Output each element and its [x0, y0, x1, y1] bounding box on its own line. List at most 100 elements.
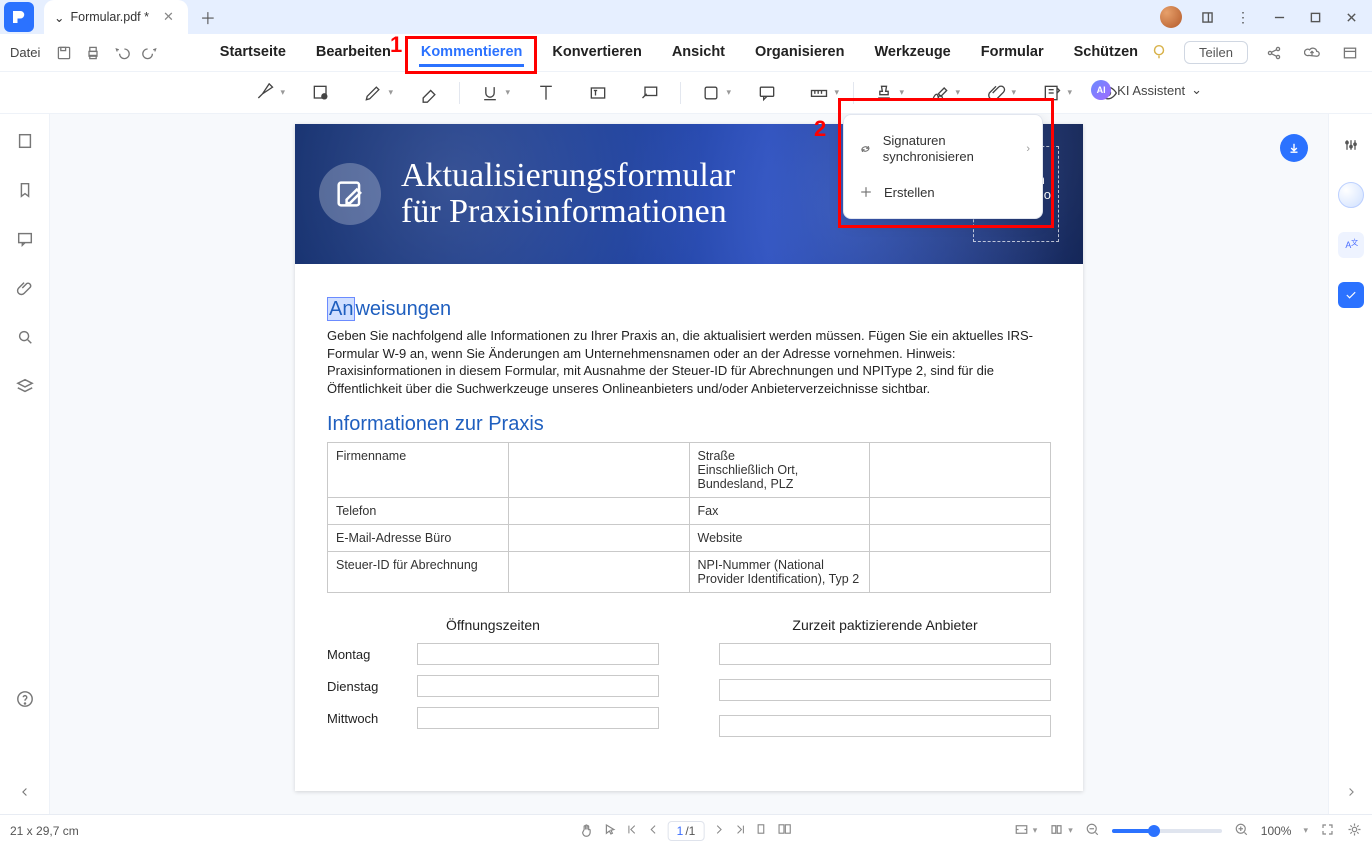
file-menu[interactable]: Datei — [10, 45, 40, 60]
next-page-icon[interactable] — [712, 823, 725, 839]
panel-toggle-icon[interactable] — [1190, 3, 1224, 31]
text-selection[interactable]: An — [327, 297, 355, 321]
zoom-in-icon[interactable] — [1234, 822, 1249, 840]
signature-sync-item[interactable]: Signaturen synchronisieren › — [844, 123, 1042, 174]
cell-npi-value[interactable] — [870, 552, 1051, 593]
window-close-button[interactable] — [1334, 3, 1368, 31]
download-badge-icon[interactable] — [1280, 134, 1308, 162]
cell-website-value[interactable] — [870, 525, 1051, 552]
collapse-left-icon[interactable] — [18, 785, 32, 804]
window-layout-icon[interactable] — [1338, 41, 1362, 65]
translate-icon[interactable]: A文 — [1338, 232, 1364, 258]
cell-email-value[interactable] — [508, 525, 689, 552]
redo-icon[interactable] — [141, 41, 160, 65]
tab-close-icon[interactable]: ✕ — [163, 9, 174, 25]
provider-field[interactable] — [719, 643, 1051, 665]
check-panel-icon[interactable] — [1338, 282, 1364, 308]
ai-orb-icon[interactable] — [1338, 182, 1364, 208]
settings-gear-icon[interactable] — [1347, 822, 1362, 840]
hand-tool-icon[interactable] — [580, 822, 595, 840]
tab-convert[interactable]: Konvertieren — [550, 38, 643, 67]
undo-icon[interactable] — [112, 41, 131, 65]
cell-company-value[interactable] — [508, 443, 689, 498]
ai-assistant-button[interactable]: AI KI Assistent ⌄ — [1091, 80, 1202, 100]
attachment-tool-icon[interactable] — [982, 79, 1010, 107]
two-page-icon[interactable] — [776, 822, 792, 839]
dropdown-caret-icon[interactable]: ▾ — [281, 87, 289, 98]
provider-field[interactable] — [719, 715, 1051, 737]
hours-field[interactable] — [417, 643, 659, 665]
tab-comment[interactable]: Kommentieren — [419, 38, 525, 67]
share-link-icon[interactable] — [1262, 41, 1286, 65]
layers-icon[interactable] — [16, 377, 34, 400]
comment-bubble-tool-icon[interactable] — [753, 79, 781, 107]
cell-phone-value[interactable] — [508, 498, 689, 525]
strikethrough-tool-icon[interactable] — [532, 79, 560, 107]
new-tab-button[interactable]: ＋ — [196, 5, 220, 29]
hours-field[interactable] — [417, 707, 659, 729]
comments-panel-icon[interactable] — [16, 230, 34, 253]
dropdown-caret-icon[interactable]: ▾ — [956, 87, 964, 98]
tab-organize[interactable]: Organisieren — [753, 38, 846, 67]
cell-street-value[interactable] — [870, 443, 1051, 498]
print-icon[interactable] — [83, 41, 102, 65]
lightbulb-icon[interactable] — [1150, 43, 1170, 63]
attachments-panel-icon[interactable] — [16, 279, 34, 302]
stamp-tool-icon[interactable] — [870, 79, 898, 107]
tab-edit[interactable]: Bearbeiten — [314, 38, 393, 67]
tab-start[interactable]: Startseite — [218, 38, 288, 67]
collapse-right-icon[interactable] — [1344, 785, 1358, 804]
window-maximize-button[interactable] — [1298, 3, 1332, 31]
tab-protect[interactable]: Schützen — [1072, 38, 1140, 67]
tab-tools[interactable]: Werkzeuge — [872, 38, 952, 67]
hours-field[interactable] — [417, 675, 659, 697]
dropdown-caret-icon[interactable]: ▾ — [1068, 87, 1076, 98]
fit-width-icon[interactable] — [1014, 822, 1029, 840]
dropdown-caret-icon[interactable]: ▾ — [389, 87, 397, 98]
save-icon[interactable] — [54, 41, 73, 65]
page-indicator[interactable]: 1/1 — [668, 821, 705, 841]
fullscreen-icon[interactable] — [1320, 822, 1335, 840]
more-menu-icon[interactable]: ⋮ — [1226, 3, 1260, 31]
signature-tool-icon[interactable] — [926, 79, 954, 107]
dropdown-caret-icon[interactable]: ▾ — [506, 87, 514, 98]
last-page-icon[interactable] — [733, 823, 746, 839]
read-mode-icon[interactable] — [1049, 822, 1064, 840]
dropdown-caret-icon[interactable]: ▾ — [1068, 825, 1073, 836]
dropdown-caret-icon[interactable]: ▾ — [900, 87, 908, 98]
dropdown-caret-icon[interactable]: ▾ — [1012, 87, 1020, 98]
tab-form[interactable]: Formular — [979, 38, 1046, 67]
dropdown-caret-icon[interactable]: ▾ — [1033, 825, 1038, 836]
select-tool-icon[interactable] — [603, 822, 618, 840]
document-canvas[interactable]: Signaturen synchronisieren › Erstellen A… — [50, 114, 1328, 814]
window-minimize-button[interactable] — [1262, 3, 1296, 31]
zoom-out-icon[interactable] — [1085, 822, 1100, 840]
note-tool-icon[interactable] — [307, 79, 335, 107]
thumbnails-icon[interactable] — [16, 132, 34, 155]
signature-create-item[interactable]: Erstellen — [844, 174, 1042, 210]
callout-tool-icon[interactable] — [636, 79, 664, 107]
cell-taxid-value[interactable] — [508, 552, 689, 593]
first-page-icon[interactable] — [626, 823, 639, 839]
tab-view[interactable]: Ansicht — [670, 38, 727, 67]
cloud-upload-icon[interactable] — [1300, 41, 1324, 65]
textbox-tool-icon[interactable] — [584, 79, 612, 107]
cell-fax-value[interactable] — [870, 498, 1051, 525]
app-logo[interactable] — [4, 2, 34, 32]
dropdown-caret-icon[interactable]: ▾ — [835, 87, 843, 98]
provider-field[interactable] — [719, 679, 1051, 701]
measure-tool-icon[interactable] — [805, 79, 833, 107]
single-page-icon[interactable] — [754, 822, 768, 839]
notes-panel-tool-icon[interactable] — [1038, 79, 1066, 107]
bookmarks-icon[interactable] — [16, 181, 34, 204]
zoom-slider[interactable] — [1112, 829, 1222, 833]
prev-page-icon[interactable] — [647, 823, 660, 839]
underline-tool-icon[interactable] — [476, 79, 504, 107]
highlight-tool-icon[interactable] — [251, 79, 279, 107]
help-icon[interactable] — [16, 690, 34, 713]
search-icon[interactable] — [16, 328, 34, 351]
eraser-tool-icon[interactable] — [415, 79, 443, 107]
settings-sliders-icon[interactable] — [1338, 132, 1364, 158]
dropdown-caret-icon[interactable]: ▾ — [727, 87, 735, 98]
document-tab[interactable]: ⌄ Formular.pdf * ✕ — [44, 0, 188, 34]
